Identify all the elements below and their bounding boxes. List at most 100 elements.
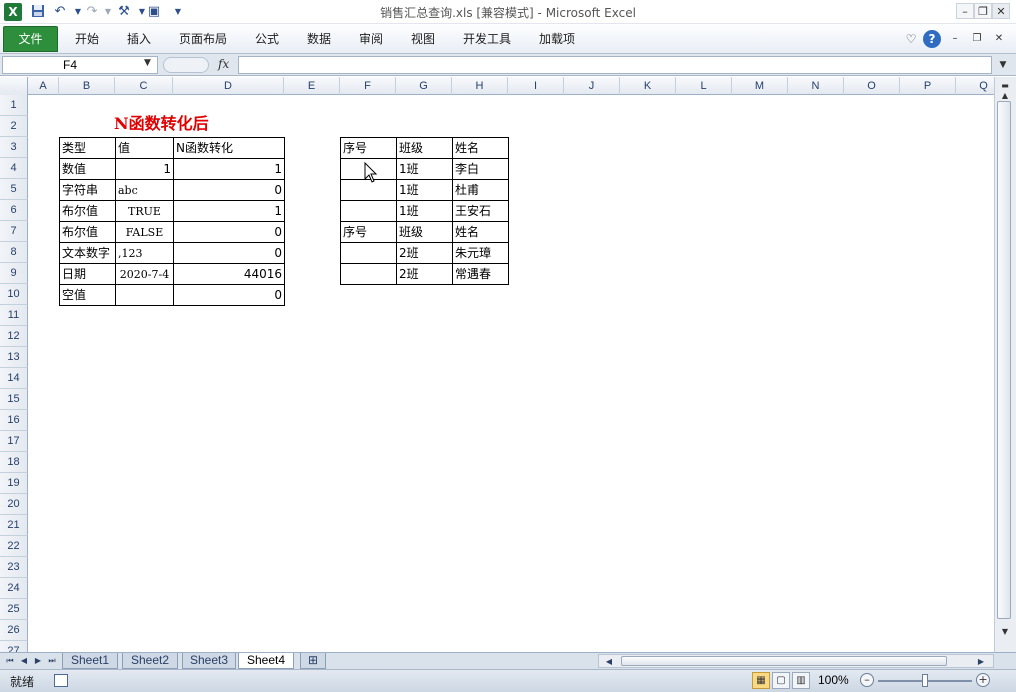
- sheet-tab-sheet4[interactable]: Sheet4: [238, 653, 294, 669]
- name-box[interactable]: F4: [2, 56, 158, 74]
- tab-insert[interactable]: 插入: [116, 28, 162, 52]
- sheet-tab-sheet2[interactable]: Sheet2: [122, 653, 178, 669]
- roster-table-cell[interactable]: 常遇春: [453, 264, 509, 285]
- n-table-cell[interactable]: TRUE: [116, 201, 174, 222]
- row-header-18[interactable]: 18: [0, 452, 28, 473]
- n-table-cell[interactable]: FALSE: [116, 222, 174, 243]
- row-header-6[interactable]: 6: [0, 200, 28, 221]
- roster-table-cell[interactable]: 朱元璋: [453, 243, 509, 264]
- vertical-scrollbar[interactable]: ▬ ▲ ▼: [994, 77, 1016, 652]
- n-table-cell[interactable]: 44016: [174, 264, 285, 285]
- n-table-cell[interactable]: [116, 285, 174, 306]
- tab-developer[interactable]: 开发工具: [452, 28, 522, 52]
- next-sheet-icon[interactable]: ▶: [32, 654, 44, 668]
- row-header-3[interactable]: 3: [0, 137, 28, 158]
- sheet-tab-sheet3[interactable]: Sheet3: [182, 653, 236, 669]
- roster-table-cell[interactable]: 1班: [397, 201, 453, 222]
- formula-input[interactable]: [238, 56, 992, 74]
- col-header-g[interactable]: G: [396, 77, 452, 95]
- col-header-b[interactable]: B: [59, 77, 115, 95]
- tab-view[interactable]: 视图: [400, 28, 446, 52]
- row-header-9[interactable]: 9: [0, 263, 28, 284]
- roster-table-cell[interactable]: [341, 264, 397, 285]
- col-header-i[interactable]: I: [508, 77, 564, 95]
- n-table-cell[interactable]: 0: [174, 180, 285, 201]
- roster-table-cell[interactable]: 序号: [341, 138, 397, 159]
- col-header-a[interactable]: A: [28, 77, 59, 95]
- formula-expand-icon[interactable]: ▼: [994, 56, 1012, 74]
- insert-function-icon[interactable]: fx: [218, 57, 229, 71]
- col-header-q[interactable]: Q: [956, 77, 994, 95]
- row-header-17[interactable]: 17: [0, 431, 28, 452]
- roster-table-cell[interactable]: 李白: [453, 159, 509, 180]
- row-header-20[interactable]: 20: [0, 494, 28, 515]
- row-header-16[interactable]: 16: [0, 410, 28, 431]
- roster-table-cell[interactable]: 王安石: [453, 201, 509, 222]
- close-icon[interactable]: ✕: [992, 3, 1010, 19]
- row-header-26[interactable]: 26: [0, 620, 28, 641]
- workbook-restore-icon[interactable]: ❐: [968, 30, 986, 48]
- col-header-e[interactable]: E: [284, 77, 340, 95]
- first-sheet-icon[interactable]: ⏮: [4, 654, 16, 668]
- n-table-cell[interactable]: 0: [174, 222, 285, 243]
- ribbon-collapse-icon[interactable]: ♡: [902, 30, 920, 48]
- n-table-cell[interactable]: 字符串: [60, 180, 116, 201]
- n-table-cell[interactable]: 0: [174, 243, 285, 264]
- roster-table-cell[interactable]: 杜甫: [453, 180, 509, 201]
- zoom-in-icon[interactable]: +: [976, 673, 990, 687]
- workbook-minimize-icon[interactable]: –: [946, 30, 964, 48]
- roster-table-cell[interactable]: [341, 201, 397, 222]
- row-header-10[interactable]: 10: [0, 284, 28, 305]
- vertical-scroll-thumb[interactable]: [997, 101, 1011, 619]
- row-header-13[interactable]: 13: [0, 347, 28, 368]
- workbook-close-icon[interactable]: ✕: [990, 30, 1008, 48]
- scroll-down-icon[interactable]: ▼: [997, 625, 1013, 639]
- n-table-cell[interactable]: N函数转化: [174, 138, 285, 159]
- col-header-j[interactable]: J: [564, 77, 620, 95]
- tab-data[interactable]: 数据: [296, 28, 342, 52]
- n-table-cell[interactable]: 值: [116, 138, 174, 159]
- n-table-cell[interactable]: 类型: [60, 138, 116, 159]
- row-header-19[interactable]: 19: [0, 473, 28, 494]
- n-table-cell[interactable]: 文本数字: [60, 243, 116, 264]
- row-header-27[interactable]: 27: [0, 641, 28, 652]
- col-header-c[interactable]: C: [115, 77, 173, 95]
- formula-bar-resize-handle[interactable]: [163, 57, 209, 73]
- row-header-14[interactable]: 14: [0, 368, 28, 389]
- n-table-cell[interactable]: 1: [174, 159, 285, 180]
- col-header-n[interactable]: N: [788, 77, 844, 95]
- row-header-5[interactable]: 5: [0, 179, 28, 200]
- col-header-l[interactable]: L: [676, 77, 732, 95]
- roster-table-cell[interactable]: [341, 243, 397, 264]
- row-header-1[interactable]: 1: [0, 95, 28, 116]
- macro-record-icon[interactable]: [54, 674, 68, 687]
- horizontal-scroll-thumb[interactable]: [621, 656, 947, 666]
- row-header-12[interactable]: 12: [0, 326, 28, 347]
- col-header-o[interactable]: O: [844, 77, 900, 95]
- col-header-m[interactable]: M: [732, 77, 788, 95]
- col-header-d[interactable]: D: [173, 77, 284, 95]
- zoom-level[interactable]: 100%: [818, 673, 849, 687]
- prev-sheet-icon[interactable]: ◀: [18, 654, 30, 668]
- row-header-22[interactable]: 22: [0, 536, 28, 557]
- roster-table-cell[interactable]: 班级: [397, 138, 453, 159]
- page-break-view-icon[interactable]: ▥: [792, 672, 810, 689]
- n-table-cell[interactable]: 布尔值: [60, 222, 116, 243]
- select-all-corner[interactable]: [0, 77, 28, 95]
- row-header-23[interactable]: 23: [0, 557, 28, 578]
- row-header-8[interactable]: 8: [0, 242, 28, 263]
- n-table-cell[interactable]: 日期: [60, 264, 116, 285]
- restore-icon[interactable]: ❐: [974, 3, 992, 19]
- page-layout-view-icon[interactable]: ▢: [772, 672, 790, 689]
- n-table-cell[interactable]: 数值: [60, 159, 116, 180]
- n-table-cell[interactable]: ,123: [116, 243, 174, 264]
- zoom-slider-thumb[interactable]: [922, 674, 928, 687]
- row-header-7[interactable]: 7: [0, 221, 28, 242]
- roster-table-cell[interactable]: 序号: [341, 222, 397, 243]
- n-table-cell[interactable]: abc: [116, 180, 174, 201]
- n-table-cell[interactable]: 2020-7-4: [116, 264, 174, 285]
- n-table-cell[interactable]: 空值: [60, 285, 116, 306]
- scroll-right-icon[interactable]: ▶: [975, 655, 987, 669]
- col-header-k[interactable]: K: [620, 77, 676, 95]
- n-table-cell[interactable]: 0: [174, 285, 285, 306]
